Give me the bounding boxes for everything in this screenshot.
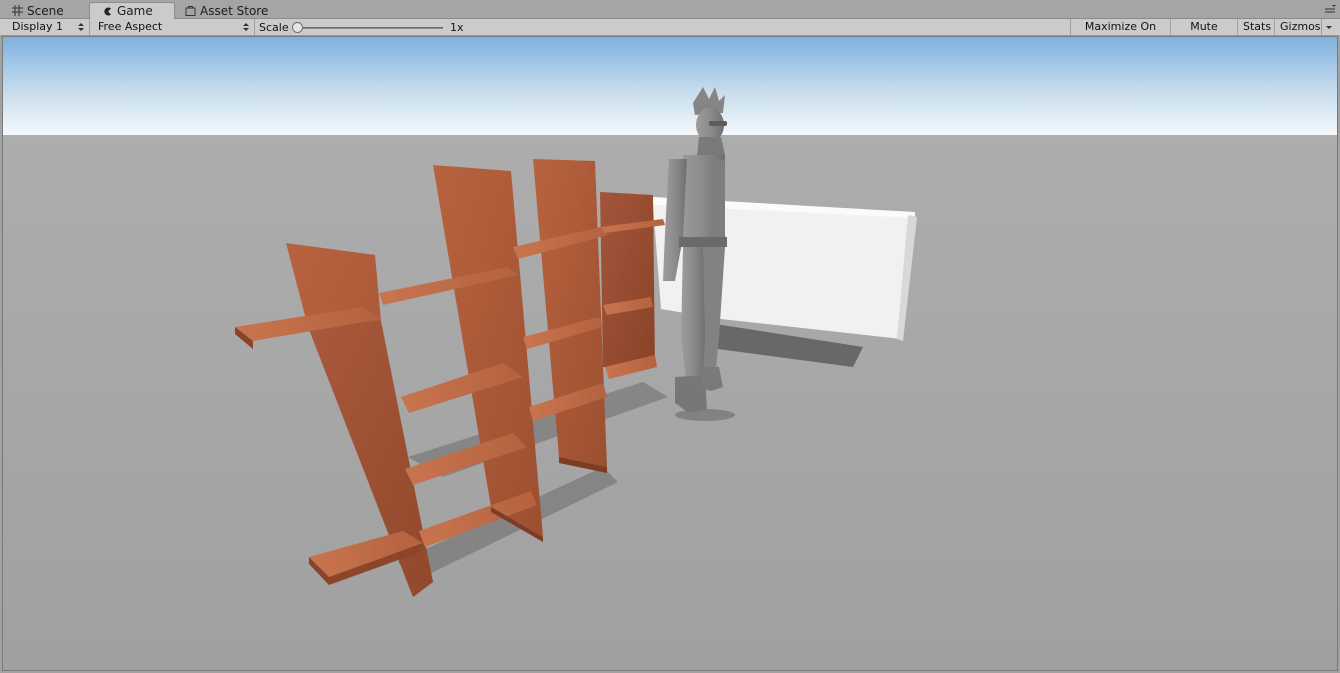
panel-menu-icon[interactable] <box>1324 5 1336 15</box>
dropdown-arrows-icon <box>78 23 84 31</box>
game-controller-icon <box>104 7 111 15</box>
aspect-dropdown-label: Free Aspect <box>98 20 163 33</box>
tab-asset-store[interactable]: Asset Store <box>173 2 278 19</box>
display-dropdown[interactable]: Display 1 <box>6 19 90 36</box>
tab-asset-store-label: Asset Store <box>200 3 269 18</box>
gizmos-label: Gizmos <box>1280 20 1321 33</box>
chevron-down-icon <box>1326 26 1332 29</box>
store-bag-icon <box>185 6 196 16</box>
tab-game[interactable]: Game <box>89 2 175 19</box>
sky <box>3 37 1337 135</box>
display-dropdown-label: Display 1 <box>12 20 64 33</box>
scale-slider-thumb[interactable] <box>292 22 303 33</box>
mute-audio-toggle[interactable]: Mute Audio <box>1170 19 1237 49</box>
game-render <box>3 37 1337 670</box>
tab-bar: Scene Game Asset Store <box>0 0 1340 19</box>
scale-label: Scale <box>259 21 289 34</box>
tab-scene-label: Scene <box>27 3 64 18</box>
stats-toggle[interactable]: Stats <box>1237 19 1274 36</box>
game-viewport[interactable] <box>2 36 1338 671</box>
scale-slider-track[interactable] <box>296 27 443 29</box>
tab-game-label: Game <box>117 4 153 18</box>
stats-label: Stats <box>1243 20 1272 33</box>
game-toolbar: Display 1 Free Aspect Scale 1x Maximize … <box>0 19 1340 49</box>
maximize-on-play-toggle[interactable]: Maximize On Play <box>1070 19 1170 49</box>
grid-icon <box>12 5 23 16</box>
gizmos-dropdown[interactable] <box>1321 19 1335 36</box>
tab-scene[interactable]: Scene <box>0 2 74 19</box>
dropdown-arrows-icon <box>243 23 249 31</box>
scale-value: 1x <box>450 21 464 34</box>
gizmos-toggle[interactable]: Gizmos <box>1274 19 1321 36</box>
aspect-dropdown[interactable]: Free Aspect <box>92 19 255 36</box>
